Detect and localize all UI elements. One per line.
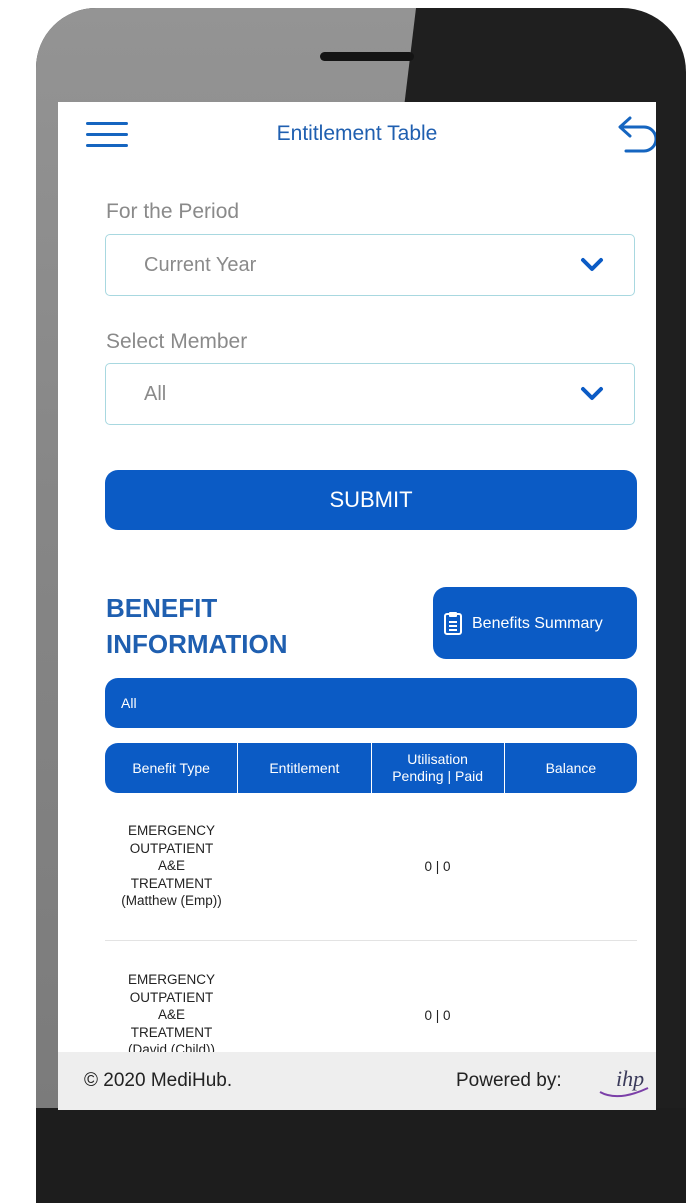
chevron-down-icon bbox=[581, 387, 603, 400]
chevron-down-icon bbox=[581, 258, 603, 271]
svg-text:ihp: ihp bbox=[616, 1066, 644, 1091]
benefit-type-cell: EMERGENCY OUTPATIENT A&E TREATMENT (Davi… bbox=[127, 972, 215, 1052]
benefits-summary-label: Benefits Summary bbox=[472, 615, 603, 632]
table-header: Benefit Type Entitlement Utilisation Pen… bbox=[105, 743, 637, 793]
app-header: Entitlement Table bbox=[58, 102, 656, 172]
clipboard-icon bbox=[444, 612, 462, 635]
column-utilisation-label: Utilisation Pending | Paid bbox=[392, 751, 484, 784]
phone-bottom bbox=[36, 1108, 686, 1203]
column-entitlement: Entitlement bbox=[238, 743, 372, 793]
benefits-summary-button[interactable]: Benefits Summary bbox=[433, 587, 637, 659]
column-balance: Balance bbox=[545, 759, 597, 776]
copyright-text: © 2020 MediHub. bbox=[84, 1070, 233, 1091]
submit-button[interactable]: SUBMIT bbox=[105, 470, 637, 530]
member-value: All bbox=[144, 383, 167, 405]
utilisation-cell: 0 | 0 bbox=[424, 1008, 451, 1023]
member-label: Select Member bbox=[106, 330, 248, 353]
benefit-title-line2: INFORMATION bbox=[106, 629, 288, 659]
app-screen: Entitlement Table For the Period Current… bbox=[58, 102, 656, 1110]
benefit-information-title: BENEFIT INFORMATION bbox=[106, 590, 288, 662]
benefit-filter-bar[interactable]: All bbox=[105, 678, 637, 728]
period-value: Current Year bbox=[144, 254, 257, 276]
benefit-title-line1: BENEFIT bbox=[106, 593, 218, 623]
page-title: Entitlement Table bbox=[276, 122, 438, 145]
table-row: EMERGENCY OUTPATIENT A&E TREATMENT (Davi… bbox=[105, 971, 637, 1052]
period-select[interactable]: Current Year bbox=[105, 234, 635, 296]
member-select[interactable]: All bbox=[105, 363, 635, 425]
period-label: For the Period bbox=[106, 200, 240, 223]
row-divider bbox=[105, 940, 637, 941]
utilisation-cell: 0 | 0 bbox=[424, 859, 451, 874]
app-footer: © 2020 MediHub. Powered by: ihp bbox=[58, 1052, 656, 1110]
powered-by-text: Powered by: bbox=[456, 1070, 562, 1091]
column-utilisation: Utilisation Pending | Paid bbox=[372, 743, 505, 793]
phone-speaker bbox=[320, 52, 414, 61]
column-benefit-type: Benefit Type bbox=[105, 743, 239, 793]
benefit-filter-value: All bbox=[121, 695, 137, 711]
benefit-type-cell: EMERGENCY OUTPATIENT A&E TREATMENT (Matt… bbox=[121, 823, 222, 908]
ihp-logo: ihp bbox=[599, 1066, 649, 1098]
undo-arrow-icon[interactable] bbox=[616, 114, 656, 154]
table-row: EMERGENCY OUTPATIENT A&E TREATMENT (Matt… bbox=[105, 822, 637, 962]
